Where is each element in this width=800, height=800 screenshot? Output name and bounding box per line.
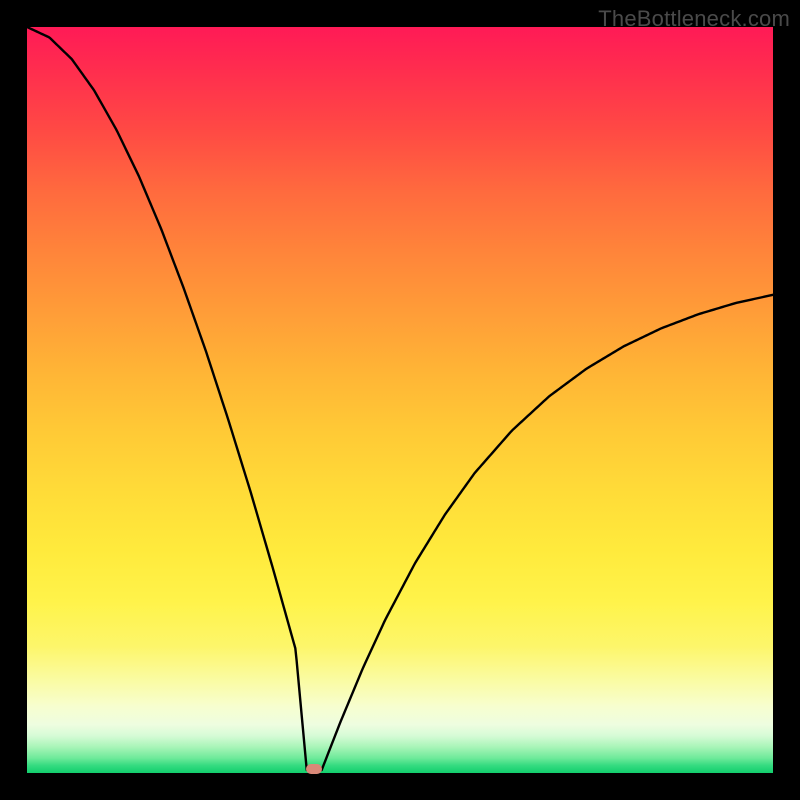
curve-right-branch	[322, 295, 773, 770]
curve-left-branch	[27, 27, 307, 770]
chart-frame: TheBottleneck.com	[0, 0, 800, 800]
minimum-marker	[306, 764, 322, 774]
chart-plot-area	[27, 27, 773, 773]
bottleneck-curve	[27, 27, 773, 773]
watermark-text: TheBottleneck.com	[598, 6, 790, 32]
